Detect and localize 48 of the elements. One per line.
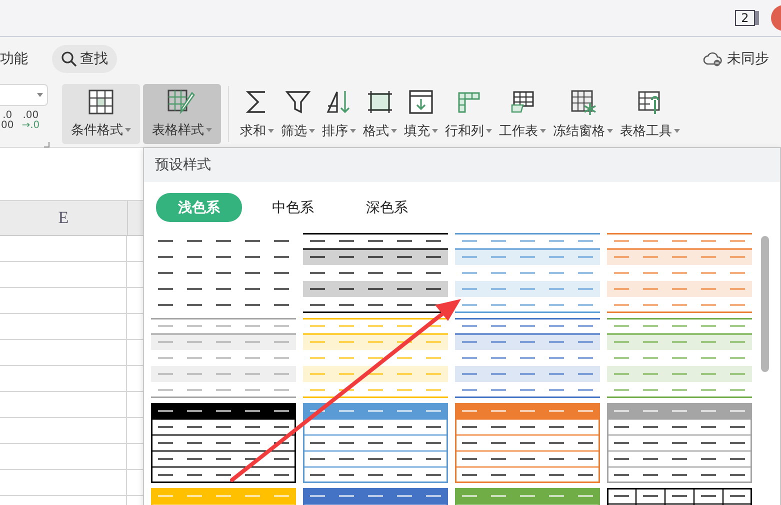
table-style-option[interactable] <box>607 403 752 483</box>
ribbon-button[interactable]: 筛选 <box>278 84 318 144</box>
caret-icon <box>674 129 680 133</box>
cloud-icon <box>703 50 723 66</box>
table-style-option[interactable] <box>151 403 296 483</box>
ribbon-button[interactable]: 行和列 <box>442 84 495 144</box>
caret-icon <box>607 129 613 133</box>
border-icon <box>366 88 394 116</box>
color-tab[interactable]: 中色系 <box>250 193 336 222</box>
caret-icon <box>540 129 546 133</box>
caret-icon <box>391 129 397 133</box>
caret-icon <box>268 129 274 133</box>
filter-icon <box>284 88 312 116</box>
caret-icon <box>350 129 356 133</box>
table-brush-icon <box>167 89 197 115</box>
search-button[interactable]: 查找 <box>52 44 117 72</box>
dialog-launcher-icon[interactable] <box>44 142 50 148</box>
table-style-option[interactable] <box>303 403 448 483</box>
caret-icon <box>432 129 438 133</box>
table-style-option[interactable] <box>455 403 600 483</box>
ribbon-button[interactable]: 格式 <box>360 84 400 144</box>
sync-status[interactable]: 未同步 <box>727 50 769 68</box>
ribbon-button[interactable]: 条件格式 <box>62 84 140 144</box>
scrollbar-thumb[interactable] <box>761 236 769 372</box>
caret-icon <box>37 93 43 97</box>
ribbon-button[interactable]: 求和 <box>237 84 277 144</box>
conditional-format-icon <box>88 89 114 115</box>
ribbon-button[interactable]: 工作表 <box>496 84 549 144</box>
caret-icon <box>125 128 131 132</box>
caret-icon <box>309 129 315 133</box>
ribbon-button[interactable]: 排序 <box>319 84 359 144</box>
search-icon <box>61 50 77 66</box>
caret-icon <box>206 128 212 132</box>
decimal-button[interactable]: .00 →.0 <box>22 111 40 131</box>
fill-down-icon <box>407 88 435 116</box>
color-tab[interactable]: 深色系 <box>344 193 430 222</box>
ribbon-button[interactable]: 冻结窗格 <box>550 84 616 144</box>
freeze-panes-icon <box>569 88 597 116</box>
ribbon-button[interactable]: 表格样式 <box>143 84 221 144</box>
table-style-option[interactable] <box>303 233 448 313</box>
panel-title: 预设样式 <box>144 148 780 182</box>
decimal-button[interactable]: .0 00 <box>1 111 14 131</box>
column-header[interactable]: E <box>0 201 128 235</box>
dropdown-field[interactable] <box>0 84 48 106</box>
ribbon-button[interactable]: 表格工具 <box>617 84 683 144</box>
menu-label[interactable]: 功能 <box>0 50 28 68</box>
ribbon-button[interactable]: 填充 <box>401 84 441 144</box>
caret-icon <box>486 129 492 133</box>
